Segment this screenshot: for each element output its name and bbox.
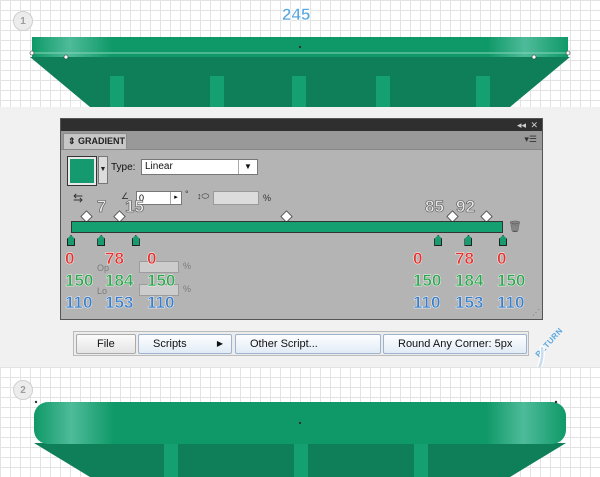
type-select[interactable]: Linear ▼ — [141, 159, 258, 175]
gradient-bar[interactable] — [71, 221, 503, 233]
reverse-gradient-icon[interactable]: ⇆ — [73, 191, 83, 205]
stop-green-value: 184 — [105, 271, 134, 290]
stop-location-label: 15 — [125, 197, 145, 217]
stop-blue-value: 110 — [147, 293, 175, 312]
submenu-arrow-icon: ▶ — [216, 339, 223, 348]
gradient-stop[interactable] — [131, 235, 140, 246]
tab-arrows-icon: ⇕ — [68, 136, 79, 146]
stop-red-value: 0 — [65, 249, 75, 268]
file-menu-label: File — [97, 338, 115, 350]
resize-grip-icon[interactable]: ⋰ — [532, 308, 540, 317]
stop-location-label: 7 — [97, 197, 107, 217]
gradient-stop[interactable] — [499, 235, 507, 246]
collapse-icon[interactable]: ◂◂ — [517, 119, 526, 131]
swatch-dropdown-icon[interactable]: ▼ — [98, 156, 108, 184]
stop-blue-value: 110 — [497, 293, 525, 312]
stop-green-value: 150 — [413, 271, 442, 290]
center-point — [298, 421, 302, 425]
stop-blue-value: 153 — [455, 293, 484, 312]
other-script-label: Other Script... — [250, 338, 318, 350]
stop-red-value: 0 — [413, 249, 423, 268]
tab-gradient-label: GRADIENT — [78, 136, 126, 146]
gradient-stop[interactable] — [434, 235, 443, 246]
stop-green-value: 184 — [455, 271, 484, 290]
type-label: Type: — [111, 162, 136, 173]
stop-red-value: 0 — [497, 249, 507, 268]
stop-green-value: 150 — [65, 271, 94, 290]
round-any-corner-menu-item[interactable]: Round Any Corner: 5px — [383, 334, 527, 354]
top-shape — [29, 37, 571, 107]
gradient-stop[interactable] — [464, 235, 473, 246]
angle-unit: ° — [185, 189, 189, 199]
stop-blue-value: 153 — [105, 293, 134, 312]
close-icon[interactable]: ✕ — [530, 119, 538, 131]
stop-location-label: 92 — [456, 197, 476, 217]
stop-red-value: 78 — [455, 249, 474, 268]
aspect-unit: % — [263, 193, 272, 203]
delete-stop-icon[interactable]: 🗑 — [508, 220, 522, 233]
chevron-right-icon: ▸ — [170, 192, 181, 204]
gradient-stop[interactable] — [97, 235, 106, 246]
anchor-point[interactable] — [565, 50, 571, 56]
panel-titlebar[interactable]: ◂◂ ✕ — [61, 119, 542, 131]
chevron-down-icon: ▼ — [238, 160, 257, 174]
panel-tabbar: ⇕ GRADIENT ▾☰ — [61, 131, 542, 150]
aspect-field[interactable] — [213, 191, 259, 205]
stop-location-label: 85 — [425, 197, 445, 217]
other-script-menu-item[interactable]: Other Script... — [235, 334, 381, 354]
stop-blue-value: 110 — [65, 293, 93, 312]
bottom-shape — [34, 400, 566, 477]
scripts-menubar: File Scripts ▶ Other Script... Round Any… — [73, 331, 529, 356]
tab-gradient[interactable]: ⇕ GRADIENT — [63, 133, 127, 149]
gradient-swatch[interactable] — [67, 156, 97, 186]
center-point — [298, 45, 302, 49]
panel-menu-icon[interactable]: ▾☰ — [524, 134, 537, 145]
anchor-point[interactable] — [531, 54, 537, 60]
location-unit: % — [183, 284, 192, 294]
stop-red-value: 0 — [147, 249, 157, 268]
gradient-stop[interactable] — [67, 235, 75, 246]
anchor-point[interactable] — [29, 50, 35, 56]
opacity-unit: % — [183, 261, 192, 271]
anchor-point[interactable] — [554, 400, 558, 404]
aspect-ratio-icon: ↕⬭ — [197, 191, 210, 201]
stop-red-value: 78 — [105, 249, 124, 268]
file-menu-item[interactable]: File — [76, 334, 136, 354]
stop-blue-value: 110 — [413, 293, 441, 312]
round-any-corner-label: Round Any Corner: 5px — [398, 338, 513, 350]
scripts-menu-label: Scripts — [153, 338, 187, 350]
gradient-panel: ◂◂ ✕ ⇕ GRADIENT ▾☰ ▼ Type: Linear ▼ ⇆ ∠ … — [60, 118, 543, 320]
stop-green-value: 150 — [147, 271, 176, 290]
type-select-value: Linear — [145, 161, 173, 172]
stop-green-value: 150 — [497, 271, 526, 290]
anchor-point[interactable] — [34, 400, 38, 404]
anchor-point[interactable] — [63, 54, 69, 60]
scripts-menu-item[interactable]: Scripts ▶ — [138, 334, 232, 354]
